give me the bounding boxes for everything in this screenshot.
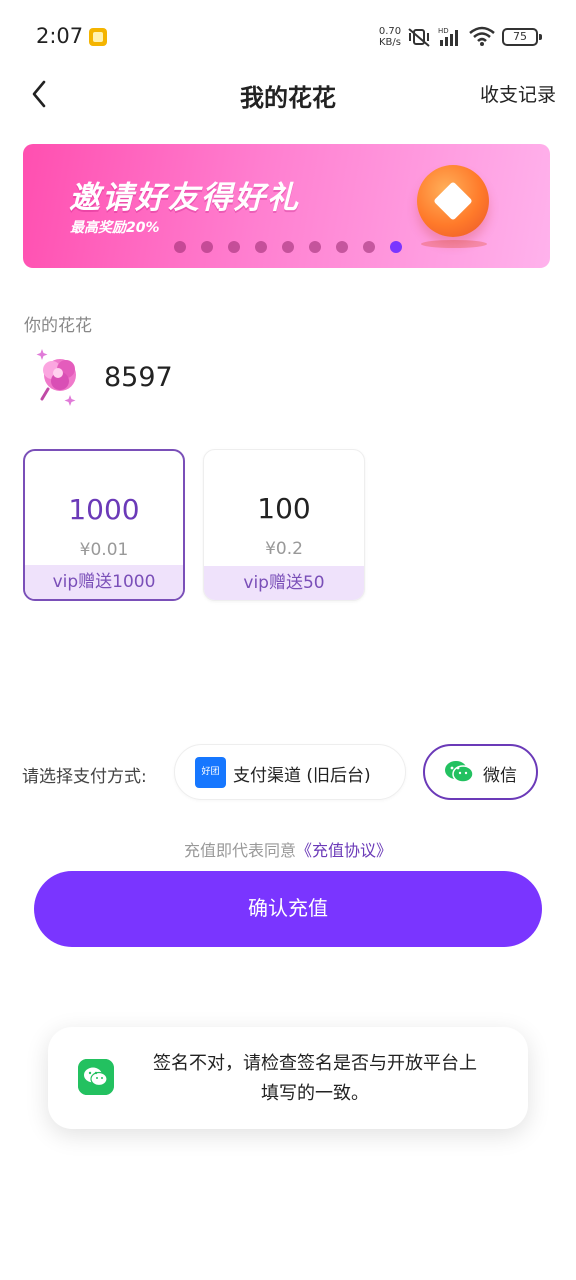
agreement-prefix: 充值即代表同意 — [183, 841, 296, 860]
balance-label: 你的花花 — [24, 316, 92, 336]
vibrate-off-icon — [408, 28, 430, 47]
banner-dot[interactable] — [363, 241, 375, 253]
network-speed-value: 0.70 — [378, 26, 402, 37]
banner-dot[interactable] — [201, 241, 213, 253]
recharge-option-100[interactable]: 100 ¥0.2 vip赠送50 — [203, 449, 365, 601]
balance-value: 8597 — [104, 362, 173, 393]
option-price: ¥0.01 — [79, 540, 129, 560]
battery-icon: 75 — [502, 28, 542, 46]
option-amount: 1000 — [68, 493, 140, 526]
toast-message-line-1: 签名不对，请检查签名是否与开放平台上 — [153, 1053, 477, 1074]
status-bar: 2:07 0.70 KB/s HD 75 — [0, 0, 576, 72]
recharge-option-1000[interactable]: 1000 ¥0.01 vip赠送1000 — [23, 449, 185, 601]
status-time: 2:07 — [36, 24, 84, 48]
banner-dot[interactable] — [282, 241, 294, 253]
flower-icon — [36, 349, 76, 406]
payment-option-channel[interactable]: 好团 支付渠道 (旧后台) — [174, 744, 406, 800]
wechat-icon — [445, 761, 474, 783]
banner-dot[interactable] — [174, 241, 186, 253]
toast-message: 签名不对，请检查签名是否与开放平台上 填写的一致。 — [122, 1049, 508, 1109]
banner-subtitle: 最高奖励20% — [70, 220, 160, 236]
banner-dot[interactable] — [255, 241, 267, 253]
network-speed: 0.70 KB/s — [377, 26, 403, 48]
signal-icon: HD — [438, 27, 458, 46]
banner-pagination — [174, 241, 402, 253]
banner-dot[interactable] — [309, 241, 321, 253]
option-price: ¥0.2 — [265, 539, 303, 559]
payment-channel-label: 支付渠道 (旧后台) — [233, 766, 371, 786]
network-speed-unit: KB/s — [379, 37, 401, 48]
option-vip-bonus: vip赠送1000 — [25, 565, 183, 599]
promo-banner[interactable]: 邀请好友得好礼 最高奖励20% — [23, 144, 550, 268]
agreement-text: 充值即代表同意《充值协议》 — [0, 837, 576, 861]
banner-coin-shadow — [421, 240, 487, 248]
agreement-link[interactable]: 《充值协议》 — [296, 841, 392, 860]
option-amount: 100 — [257, 492, 311, 525]
wifi-icon — [469, 26, 495, 46]
wechat-app-icon — [78, 1059, 114, 1095]
banner-dot[interactable] — [336, 241, 348, 253]
banner-title: 邀请好友得好礼 — [69, 180, 300, 216]
toast-message-line-2: 填写的一致。 — [261, 1083, 369, 1104]
error-toast: 签名不对，请检查签名是否与开放平台上 填写的一致。 — [48, 1027, 528, 1129]
banner-dot[interactable] — [228, 241, 240, 253]
banner-dot[interactable] — [390, 241, 402, 253]
wechat-label: 微信 — [483, 766, 517, 786]
diamond-coin-icon — [417, 165, 489, 237]
confirm-recharge-button[interactable]: 确认充值 — [34, 871, 542, 947]
back-icon[interactable] — [24, 74, 64, 114]
records-link[interactable]: 收支记录 — [480, 80, 556, 107]
svg-text:HD: HD — [438, 27, 449, 35]
payment-method-label: 请选择支付方式: — [22, 767, 147, 787]
option-vip-bonus: vip赠送50 — [204, 566, 364, 600]
payment-option-wechat[interactable]: 微信 — [423, 744, 538, 800]
notification-app-icon — [89, 28, 107, 46]
payment-channel-icon: 好团 — [195, 757, 226, 788]
